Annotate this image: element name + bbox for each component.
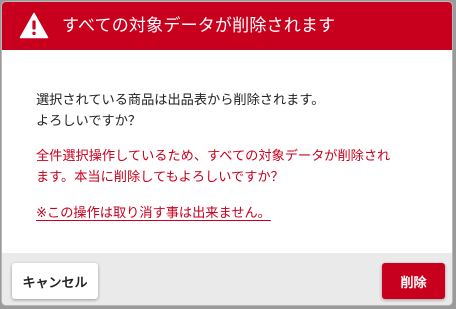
bulk-warning-line: 全件選択操作しているため、すべての対象データが削除され bbox=[36, 149, 391, 164]
bulk-warning-line: ます。本当に削除してもよろしいですか？ bbox=[36, 170, 284, 185]
delete-button[interactable]: 削除 bbox=[382, 263, 445, 299]
confirm-message-line: 選択されている商品は出品表から削除されます。 bbox=[36, 93, 325, 108]
dialog-header: すべての対象データが削除されます bbox=[2, 2, 452, 50]
dialog-footer: キャンセル 削除 bbox=[2, 253, 452, 305]
confirm-message: 選択されている商品は出品表から削除されます。 よろしいですか？ bbox=[36, 90, 324, 132]
confirm-message-line: よろしいですか？ bbox=[36, 114, 142, 129]
bulk-warning-message: 全件選択操作しているため、すべての対象データが削除され ます。本当に削除してもよ… bbox=[36, 146, 390, 188]
delete-confirm-dialog: すべての対象データが削除されます 選択されている商品は出品表から削除されます。 … bbox=[1, 1, 453, 306]
warning-triangle-icon bbox=[19, 12, 49, 39]
irreversible-note: ※この操作は取り消す事は出来ません。 bbox=[36, 206, 271, 221]
dialog-title: すべての対象データが削除されます bbox=[62, 16, 336, 36]
dialog-body: 選択されている商品は出品表から削除されます。 よろしいですか？ 全件選択操作して… bbox=[2, 50, 452, 250]
cancel-button[interactable]: キャンセル bbox=[12, 263, 98, 299]
